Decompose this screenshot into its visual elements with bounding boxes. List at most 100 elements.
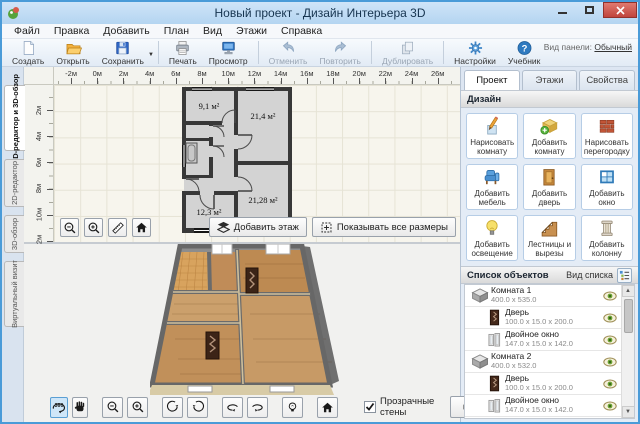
plan-canvas-2d[interactable]: 9,1 м² 21,4 м² 21,28 м² 12,3 м² xyxy=(54,85,460,242)
open-folder-icon xyxy=(65,40,82,56)
object-list-item[interactable]: Дверь 100.0 x 15.0 x 200.0 xyxy=(465,373,621,395)
tab-2d-and-3d-label: 2D-редактор и 3D-обзор xyxy=(11,74,20,163)
visibility-eye-button[interactable] xyxy=(603,379,617,389)
object-list-item[interactable]: Дверь 100.0 x 15.0 x 200.0 xyxy=(465,307,621,329)
rotate-360-button[interactable]: 360 xyxy=(50,397,68,418)
measure-tool-button[interactable] xyxy=(108,218,127,237)
tilt-down-button[interactable] xyxy=(187,397,208,418)
add-furniture-label: Добавить мебель xyxy=(468,189,516,207)
list-view-button[interactable] xyxy=(617,268,632,283)
eye-icon xyxy=(603,313,617,323)
visibility-eye-button[interactable] xyxy=(603,401,617,411)
object-list-item[interactable]: Двойное окно 147.0 x 15.0 x 142.0 xyxy=(465,395,621,417)
menu-item[interactable]: Вид xyxy=(196,25,229,37)
zoom-out-icon xyxy=(63,221,77,235)
scroll-down-arrow[interactable]: ▼ xyxy=(622,406,635,418)
add-lighting-button[interactable]: Добавить освещение xyxy=(466,215,518,261)
settings-button-label: Настройки xyxy=(454,56,496,66)
preview-button[interactable]: Просмотр xyxy=(203,39,254,66)
save-button[interactable]: Сохранить xyxy=(96,39,150,66)
floor-plan-2d[interactable]: 9,1 м² 21,4 м² 21,28 м² 12,3 м² xyxy=(182,87,292,238)
menu-item[interactable]: План xyxy=(157,25,196,37)
list-view-label: Вид списка xyxy=(566,270,613,280)
door-icon xyxy=(483,309,505,326)
add-room-button[interactable]: Добавить комнату xyxy=(523,113,575,159)
add-furniture-button[interactable]: Добавить мебель xyxy=(466,164,518,210)
home-view-2d-button[interactable] xyxy=(132,218,151,237)
room-area-label: 21,4 м² xyxy=(251,111,276,121)
window-title: Новый проект - Дизайн Интерьера 3D xyxy=(2,6,638,20)
menu-item[interactable]: Справка xyxy=(274,25,329,37)
orbit-left-button[interactable] xyxy=(222,397,243,418)
stairs-openings-button[interactable]: Лестницы и вырезы xyxy=(523,215,575,261)
object-list-item[interactable]: Комната 2 400.0 x 532.0 xyxy=(465,351,621,373)
menu-item[interactable]: Правка xyxy=(47,25,96,37)
menu-item[interactable]: Добавить xyxy=(96,25,156,37)
duplicate-button[interactable]: Дублировать xyxy=(376,39,439,66)
panel-view-value-link[interactable]: Обычный xyxy=(594,42,632,52)
close-button[interactable] xyxy=(603,2,637,18)
new-button[interactable]: Создать xyxy=(6,39,50,66)
show-dimensions-button[interactable]: Показывать все размеры xyxy=(312,217,456,237)
zoom-out-icon xyxy=(106,400,120,414)
visibility-eye-button[interactable] xyxy=(603,357,617,367)
ruler-tick-label: 6м xyxy=(24,149,53,175)
rotate-vertical-icon xyxy=(191,400,205,414)
add-floor-button[interactable]: Добавить этаж xyxy=(209,217,307,237)
tab-floors[interactable]: Этажи xyxy=(522,70,578,90)
scroll-up-arrow[interactable]: ▲ xyxy=(622,285,635,297)
menu-item[interactable]: Файл xyxy=(7,25,47,37)
zoom-out-3d-button[interactable] xyxy=(102,397,123,418)
menu-item[interactable]: Этажи xyxy=(229,25,274,37)
add-window-button[interactable]: Добавить окно xyxy=(581,164,633,210)
transparent-walls-toggle[interactable]: Прозрачные стены xyxy=(364,396,434,418)
ruler-tick-label: 8м xyxy=(24,176,53,202)
draw-room-button[interactable]: Нарисовать комнату xyxy=(466,113,518,159)
scrollbar-thumb[interactable] xyxy=(624,299,633,333)
tab-project[interactable]: Проект xyxy=(464,70,520,90)
add-column-button[interactable]: Добавить колонну xyxy=(581,215,633,261)
objects-scrollbar[interactable]: ▲ ▼ xyxy=(621,285,634,418)
tab-2d-and-3d[interactable]: 2D-редактор и 3D-обзор xyxy=(4,85,25,151)
title-bar[interactable]: Новый проект - Дизайн Интерьера 3D xyxy=(2,2,638,24)
maximize-button[interactable] xyxy=(576,2,603,18)
tab-2d-editor[interactable]: 2D-редактор xyxy=(4,159,24,207)
tutorial-button[interactable]: ? Учебник xyxy=(502,39,547,66)
visibility-eye-button[interactable] xyxy=(603,335,617,345)
tab-2d-editor-label: 2D-редактор xyxy=(10,161,19,205)
eye-icon xyxy=(603,401,617,411)
home-view-3d-button[interactable] xyxy=(317,397,338,418)
tab-virtual-visit[interactable]: Виртуальный визит xyxy=(4,261,24,327)
settings-button[interactable]: Настройки xyxy=(448,39,502,66)
add-door-button[interactable]: Добавить дверь xyxy=(523,164,575,210)
save-dropdown-arrow[interactable]: ▼ xyxy=(148,48,154,58)
pan-hand-button[interactable] xyxy=(72,397,88,418)
object-dimensions: 100.0 x 15.0 x 200.0 xyxy=(505,384,603,393)
tab-3d-view[interactable]: 3D-обзор xyxy=(4,215,24,253)
tab-properties[interactable]: Свойства xyxy=(579,70,635,90)
ruler-tick-label: 2м xyxy=(110,67,136,84)
print-button[interactable]: Печать xyxy=(163,39,203,66)
tilt-up-button[interactable] xyxy=(162,397,183,418)
object-list-item[interactable]: Комната 1 400.0 x 535.0 xyxy=(465,285,621,307)
redo-button[interactable]: Повторить xyxy=(313,39,367,66)
lighting-button[interactable] xyxy=(282,397,303,418)
zoom-in-2d-button[interactable] xyxy=(84,218,103,237)
right-panel: Проект Этажи Свойства Дизайн Нарисовать … xyxy=(460,67,638,422)
visibility-eye-button[interactable] xyxy=(603,313,617,323)
zoom-out-2d-button[interactable] xyxy=(60,218,79,237)
orbit-right-button[interactable] xyxy=(247,397,268,418)
new-document-icon xyxy=(20,40,37,56)
object-list-item[interactable]: Двойное окно 147.0 x 15.0 x 142.0 xyxy=(465,329,621,351)
view-3d[interactable]: 360 xyxy=(24,244,460,422)
draw-partition-button[interactable]: Нарисовать перегородку xyxy=(581,113,633,159)
zoom-in-3d-button[interactable] xyxy=(127,397,148,418)
undo-button[interactable]: Отменить xyxy=(263,39,314,66)
transparent-walls-checkbox[interactable] xyxy=(364,401,376,413)
open-button[interactable]: Открыть xyxy=(50,39,95,66)
ruler-tick-label: 18м xyxy=(320,67,346,84)
print-button-label: Печать xyxy=(169,56,197,66)
visibility-eye-button[interactable] xyxy=(603,291,617,301)
minimize-button[interactable] xyxy=(549,2,576,18)
bulb-icon xyxy=(286,401,299,414)
